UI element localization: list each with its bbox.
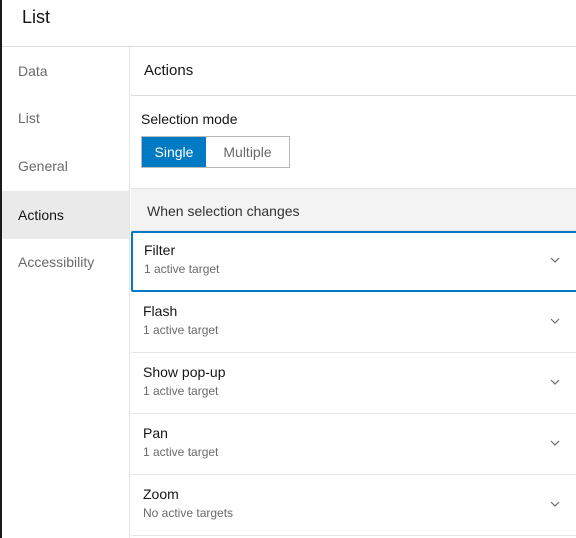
action-name: Pan bbox=[143, 425, 168, 441]
sidebar-item-label: List bbox=[18, 110, 40, 126]
chevron-down-icon bbox=[550, 318, 560, 324]
sidebar-item-actions[interactable]: Actions bbox=[2, 191, 129, 239]
sidebar-item-label: Actions bbox=[18, 207, 64, 223]
action-status: 1 active target bbox=[143, 384, 219, 398]
sidebar-item-accessibility[interactable]: Accessibility bbox=[2, 238, 129, 286]
action-name: Show pop-up bbox=[143, 364, 226, 380]
action-status: No active targets bbox=[143, 506, 234, 520]
chevron-down-icon bbox=[550, 440, 560, 446]
chevron-down-icon bbox=[550, 379, 560, 385]
sidebar: Data List General Actions Accessibility bbox=[2, 47, 130, 538]
main-panel: Actions Selection mode Single Multiple W… bbox=[131, 47, 576, 538]
sidebar-item-label: General bbox=[18, 158, 68, 174]
panel-title: Actions bbox=[144, 62, 194, 79]
single-option-button[interactable]: Single bbox=[142, 137, 206, 167]
sidebar-item-label: Data bbox=[18, 63, 48, 79]
selection-mode-label: Selection mode bbox=[141, 111, 238, 127]
sidebar-item-list[interactable]: List bbox=[2, 94, 129, 142]
app-window: List Data List General Actions Accessibi… bbox=[0, 0, 576, 538]
action-pan-accordion[interactable]: Pan 1 active target bbox=[131, 414, 576, 475]
section-header: When selection changes bbox=[131, 188, 576, 231]
action-name: Zoom bbox=[143, 486, 179, 502]
section-title: When selection changes bbox=[147, 203, 300, 219]
multiple-option-button[interactable]: Multiple bbox=[206, 137, 289, 167]
action-status: 1 active target bbox=[144, 262, 220, 276]
action-zoom-accordion[interactable]: Zoom No active targets bbox=[131, 475, 576, 536]
action-show-popup-accordion[interactable]: Show pop-up 1 active target bbox=[131, 353, 576, 414]
chevron-down-icon bbox=[550, 501, 560, 507]
chevron-down-icon bbox=[550, 257, 560, 263]
sidebar-item-label: Accessibility bbox=[18, 254, 95, 270]
action-filter-accordion[interactable]: Filter 1 active target bbox=[131, 231, 576, 292]
sidebar-item-general[interactable]: General bbox=[2, 142, 129, 190]
selection-mode-toggle: Single Multiple bbox=[141, 136, 290, 168]
sidebar-item-data[interactable]: Data bbox=[2, 47, 129, 95]
action-status: 1 active target bbox=[143, 445, 219, 459]
action-status: 1 active target bbox=[143, 323, 219, 337]
header: List bbox=[2, 0, 576, 47]
page-title: List bbox=[22, 7, 51, 27]
action-name: Flash bbox=[143, 303, 178, 319]
action-name: Filter bbox=[144, 242, 176, 258]
action-flash-accordion[interactable]: Flash 1 active target bbox=[131, 292, 576, 353]
panel-header: Actions bbox=[131, 47, 576, 96]
